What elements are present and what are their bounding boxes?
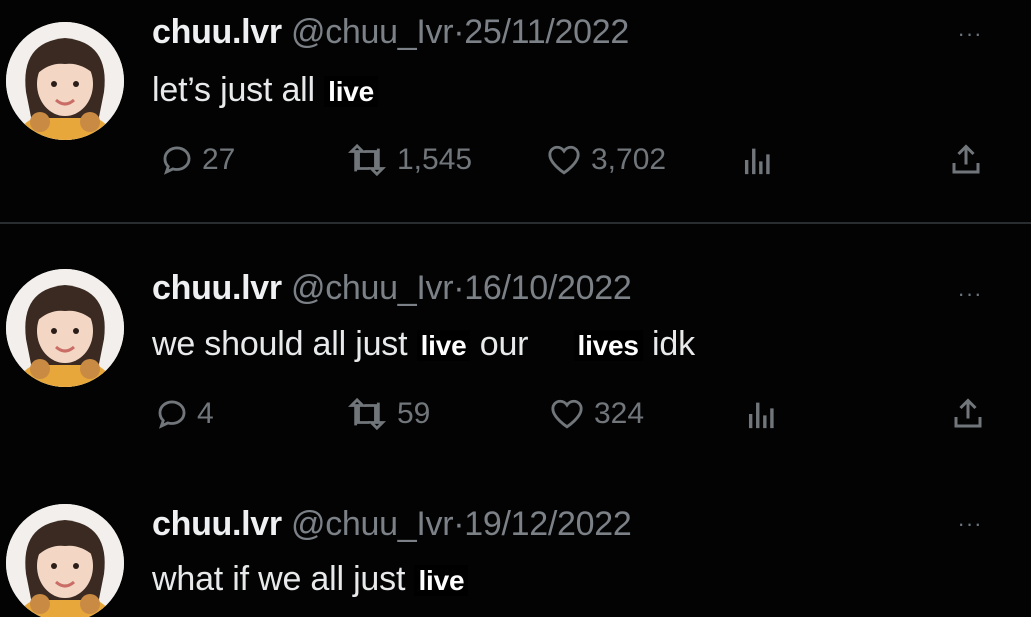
- heart-icon: [551, 399, 583, 429]
- tweet-text-bold: lives: [573, 330, 643, 361]
- retweet-count: 59: [397, 397, 431, 430]
- avatar[interactable]: [6, 22, 124, 140]
- tweet-text-bold: live: [414, 565, 469, 596]
- retweet-count: 1,545: [397, 143, 473, 176]
- avatar-image: [6, 269, 124, 387]
- tweet-actions: 27 1,545 3,702: [0, 138, 1031, 182]
- tweet-text-part: let’s just all: [152, 71, 325, 109]
- like-button[interactable]: 3,702: [545, 138, 666, 182]
- tweet-text-part: our: [470, 325, 538, 363]
- share-icon: [952, 144, 980, 174]
- like-button[interactable]: 324: [548, 392, 644, 436]
- like-count: 3,702: [591, 143, 667, 176]
- retweet-button[interactable]: 59: [345, 392, 430, 436]
- avatar-image: [6, 22, 124, 140]
- tweet-feed: chuu.lvr @chuu_Ivr·25/11/2022 ··· let’s …: [0, 0, 1031, 617]
- reply-icon: [158, 400, 186, 429]
- tweet-header: chuu.lvr @chuu_Ivr·16/10/2022: [152, 268, 632, 308]
- tweet-text: we should all just live our lives idk: [152, 324, 695, 366]
- views-button[interactable]: [738, 138, 786, 182]
- display-name[interactable]: chuu.lvr: [152, 269, 282, 307]
- analytics-icon: [744, 148, 770, 175]
- tweet-date[interactable]: 19/12/2022: [464, 505, 631, 543]
- reply-count: 4: [197, 397, 214, 430]
- tweet-header: chuu.lvr @chuu_Ivr·19/12/2022: [152, 504, 632, 544]
- user-handle[interactable]: @chuu_Ivr: [291, 505, 454, 543]
- display-name[interactable]: chuu.lvr: [152, 505, 282, 543]
- share-button[interactable]: [950, 392, 994, 436]
- analytics-icon: [748, 402, 774, 429]
- reply-button[interactable]: 27: [160, 138, 235, 182]
- display-name[interactable]: chuu.lvr: [152, 13, 282, 51]
- tweet-actions: 4 59 324: [0, 392, 1031, 436]
- views-button[interactable]: [742, 392, 790, 436]
- tweet-text-bold: live: [324, 76, 379, 107]
- tweet-header: chuu.lvr @chuu_Ivr·25/11/2022: [152, 12, 629, 52]
- heart-icon: [548, 145, 580, 175]
- tweet-text-part: we should all just: [152, 325, 417, 363]
- share-button[interactable]: [948, 138, 992, 182]
- tweet-text-part: what if we all just: [152, 560, 415, 598]
- tweet[interactable]: chuu.lvr @chuu_Ivr·19/12/2022 ··· what i…: [0, 474, 1031, 617]
- reply-button[interactable]: 4: [155, 392, 214, 436]
- user-handle[interactable]: @chuu_Ivr: [291, 13, 454, 51]
- avatar-image: [6, 504, 124, 617]
- tweet[interactable]: chuu.lvr @chuu_Ivr·16/10/2022 ··· we sho…: [0, 224, 1031, 474]
- separator-dot: ·: [453, 13, 465, 51]
- more-icon[interactable]: ···: [950, 283, 990, 305]
- tweet-text-bold: live: [416, 330, 471, 361]
- tweet-date[interactable]: 25/11/2022: [464, 13, 629, 51]
- retweet-icon: [347, 143, 387, 177]
- retweet-button[interactable]: 1,545: [345, 138, 472, 182]
- retweet-icon: [347, 397, 387, 431]
- tweet-text-part: idk: [642, 325, 695, 363]
- more-icon[interactable]: ···: [950, 513, 990, 535]
- avatar[interactable]: [6, 269, 124, 387]
- reply-count: 27: [202, 143, 236, 176]
- separator-dot: ·: [453, 269, 465, 307]
- tweet-text: let’s just all live: [152, 70, 379, 112]
- separator-dot: ·: [453, 505, 465, 543]
- tweet[interactable]: chuu.lvr @chuu_Ivr·25/11/2022 ··· let’s …: [0, 0, 1031, 222]
- tweet-text: what if we all just live: [152, 559, 469, 601]
- like-count: 324: [594, 397, 645, 430]
- more-icon[interactable]: ···: [950, 23, 990, 45]
- share-icon: [954, 398, 982, 428]
- tweet-date[interactable]: 16/10/2022: [464, 269, 631, 307]
- user-handle[interactable]: @chuu_Ivr: [291, 269, 454, 307]
- avatar[interactable]: [6, 504, 124, 617]
- reply-icon: [163, 146, 191, 175]
